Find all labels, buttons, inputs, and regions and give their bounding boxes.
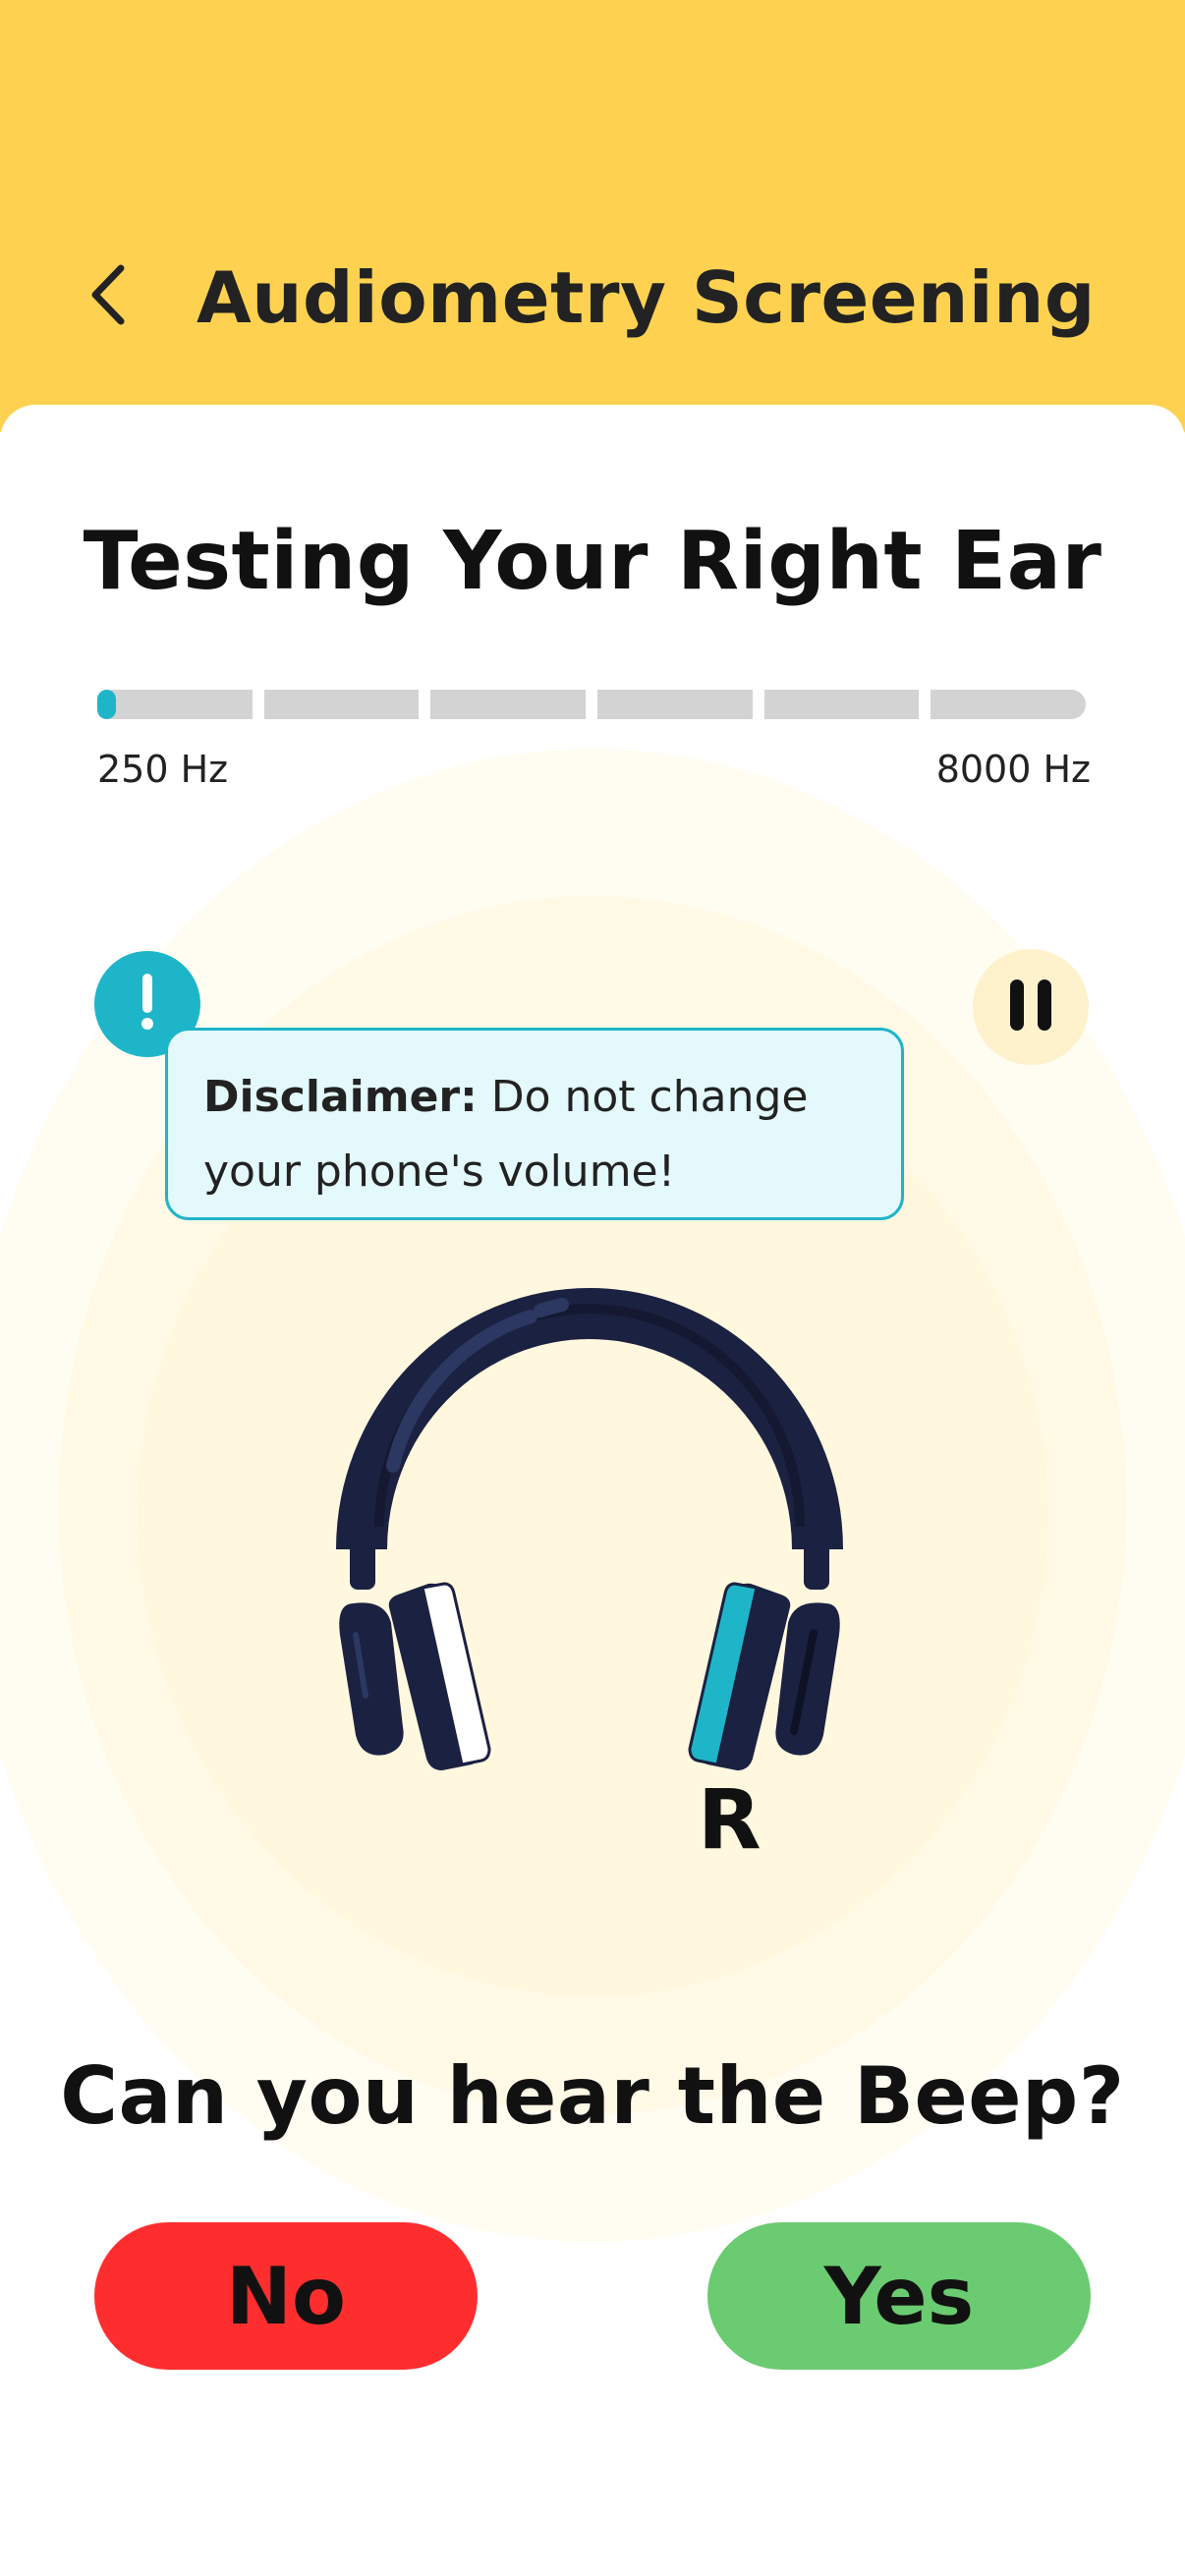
- progress-segment: [597, 690, 753, 719]
- progress-segment: [763, 690, 920, 719]
- progress-segment: [97, 690, 253, 719]
- progress-segment: [931, 690, 1087, 719]
- app-header: Audiometry Screening: [0, 0, 1185, 432]
- no-button[interactable]: No: [94, 2222, 478, 2370]
- progress-fill: [97, 690, 116, 719]
- disclaimer-tooltip: Disclaimer: Do not change your phone's v…: [165, 1028, 904, 1220]
- yes-button[interactable]: Yes: [707, 2222, 1091, 2370]
- progress-segment: [263, 690, 420, 719]
- pause-icon: [1006, 978, 1055, 1036]
- chevron-left-icon: [84, 260, 133, 333]
- ear-indicator: R: [698, 1771, 762, 1868]
- frequency-progress-bar: [97, 690, 1087, 719]
- exclamation-icon: [138, 973, 157, 1036]
- header-title: Audiometry Screening: [197, 256, 1096, 339]
- disclaimer-label: Disclaimer:: [203, 1072, 478, 1122]
- test-card: Testing Your Right Ear 250 Hz 8000 Hz Di…: [0, 405, 1185, 2576]
- pause-button[interactable]: [973, 949, 1089, 1065]
- back-button[interactable]: [69, 257, 147, 336]
- page-title: Testing Your Right Ear: [83, 515, 1102, 608]
- headphones-icon: [334, 1269, 845, 1780]
- progress-segment: [430, 690, 587, 719]
- frequency-end-label: 8000 Hz: [935, 748, 1091, 791]
- frequency-start-label: 250 Hz: [97, 748, 229, 791]
- question-text: Can you hear the Beep?: [60, 2050, 1125, 2142]
